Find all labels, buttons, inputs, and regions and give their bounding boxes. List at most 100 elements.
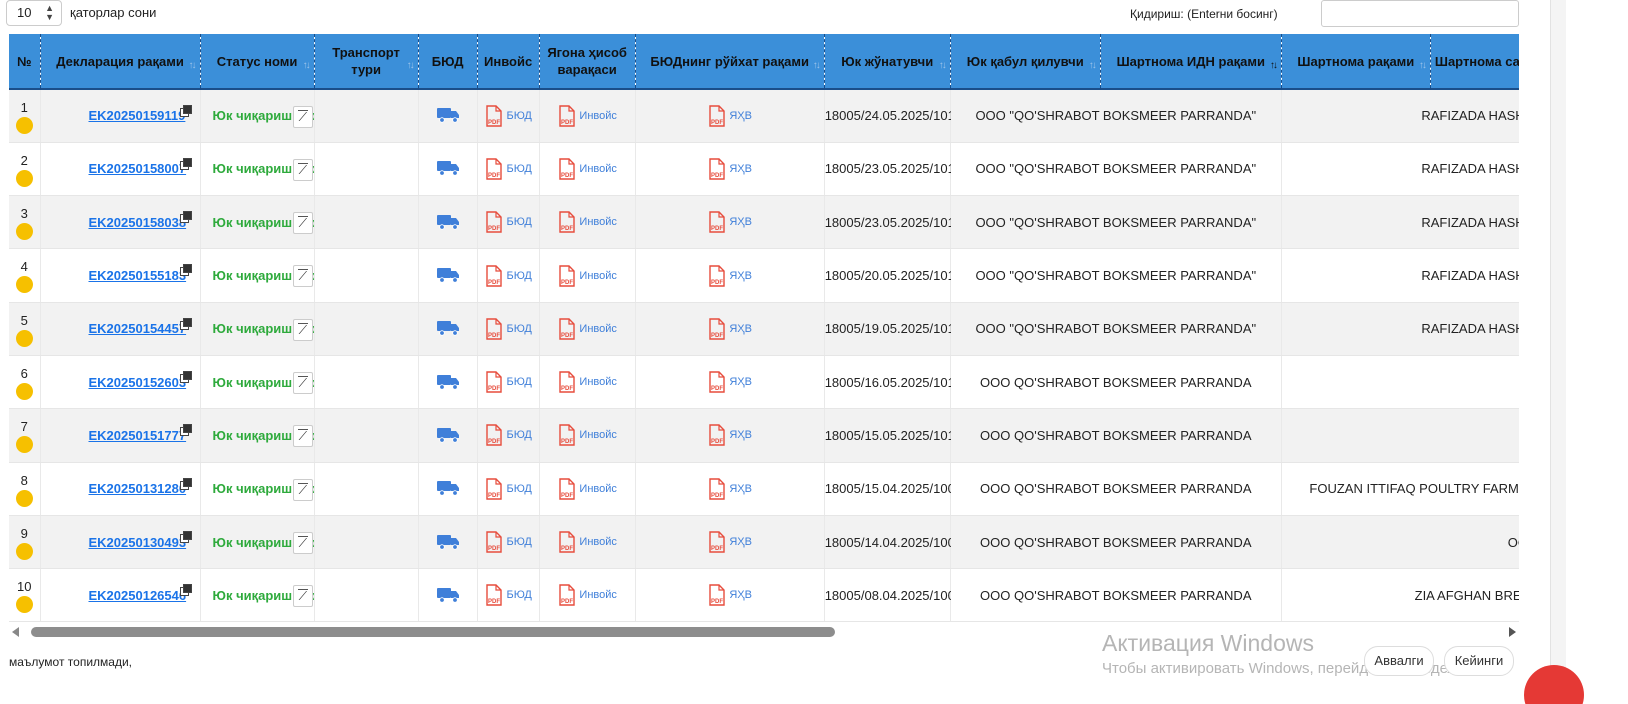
col-header-contract-date[interactable]: Шартнома са	[1430, 34, 1519, 90]
col-header-contract-number[interactable]: Шартнома рақами ↑↓	[1281, 34, 1431, 90]
col-header-transport[interactable]: Транспорт тури ↑↓	[314, 34, 419, 90]
col-header-single-account[interactable]: Ягона ҳисоб варақаси	[539, 34, 636, 90]
floating-action-button[interactable]	[1524, 665, 1584, 704]
copy-icon[interactable]	[179, 105, 192, 117]
table-row[interactable]: 9EK20250130493Юк чиқаришга рухсат берил⟋…	[9, 515, 1519, 570]
transport-truck-icon[interactable]	[418, 248, 478, 303]
bud-pdf-link[interactable]: PDF БЮД	[477, 568, 540, 622]
copy-icon[interactable]	[179, 157, 192, 170]
invoice-pdf-link[interactable]: PDF Инвойс	[539, 302, 636, 356]
transport-truck-icon[interactable]	[418, 408, 478, 463]
table-row[interactable]: 7EK20250151777Юк чиқаришга рухсат берил⟋…	[9, 408, 1519, 463]
declaration-link[interactable]: EK20250158007	[40, 142, 201, 197]
copy-icon[interactable]	[179, 317, 192, 330]
invoice-pdf-link[interactable]: PDF Инвойс	[539, 89, 636, 143]
table-row[interactable]: 10EK20250126546Юк чиқаришга рухсат берил…	[9, 568, 1519, 622]
declaration-link[interactable]: EK20250159119	[40, 89, 201, 143]
single-account-pdf-link[interactable]: PDF ЯҲВ	[635, 408, 825, 463]
single-account-pdf-link[interactable]: PDF ЯҲВ	[635, 568, 825, 622]
table-row[interactable]: 4EK20250155183Юк чиқаришга рухсат берил⟋…	[9, 248, 1519, 303]
table-row[interactable]: 2EK20250158007Юк чиқаришга рухсат берил⟋…	[9, 142, 1519, 197]
copy-icon[interactable]	[179, 370, 192, 383]
edit-status-icon[interactable]: ⟋	[292, 371, 313, 394]
declaration-link[interactable]: EK20250155183	[40, 248, 201, 303]
copy-icon[interactable]	[179, 477, 192, 490]
declaration-link[interactable]: EK20250151777	[40, 408, 201, 463]
declaration-link[interactable]: EK20250131280	[40, 462, 201, 516]
edit-status-icon[interactable]: ⟋	[292, 318, 313, 341]
declaration-link[interactable]: EK20250152603	[40, 355, 201, 410]
invoice-pdf-link[interactable]: PDF Инвойс	[539, 355, 636, 410]
transport-truck-icon[interactable]	[418, 195, 478, 250]
copy-icon[interactable]	[179, 530, 192, 543]
col-header-invoice[interactable]: Инвойс	[477, 34, 540, 90]
transport-truck-icon[interactable]	[418, 302, 478, 356]
col-header-declaration[interactable]: Декларация рақами ↑↓	[40, 34, 201, 90]
edit-status-icon[interactable]: ⟋	[292, 585, 313, 608]
transport-truck-icon[interactable]	[418, 568, 478, 622]
table-row[interactable]: 6EK20250152603Юк чиқаришга рухсат берил⟋…	[9, 355, 1519, 410]
col-header-bud[interactable]: БЮД	[418, 34, 478, 90]
bud-pdf-link[interactable]: PDF БЮД	[477, 89, 540, 143]
col-header-status[interactable]: Статус номи ↑↓	[200, 34, 315, 90]
invoice-pdf-link[interactable]: PDF Инвойс	[539, 142, 636, 197]
invoice-pdf-link[interactable]: PDF Инвойс	[539, 568, 636, 622]
scroll-right-icon[interactable]	[1509, 627, 1516, 637]
edit-status-icon[interactable]: ⟋	[292, 212, 313, 235]
bud-pdf-link[interactable]: PDF БЮД	[477, 462, 540, 516]
declaration-link[interactable]: EK20250126546	[40, 568, 201, 622]
single-account-pdf-link[interactable]: PDF ЯҲВ	[635, 302, 825, 356]
bud-pdf-link[interactable]: PDF БЮД	[477, 142, 540, 197]
single-account-pdf-link[interactable]: PDF ЯҲВ	[635, 515, 825, 570]
edit-status-icon[interactable]: ⟋	[292, 158, 313, 181]
transport-truck-icon[interactable]	[418, 89, 478, 143]
invoice-pdf-link[interactable]: PDF Инвойс	[539, 515, 636, 570]
copy-icon[interactable]	[179, 211, 192, 224]
transport-truck-icon[interactable]	[418, 142, 478, 197]
declaration-link[interactable]: EK20250154457	[40, 302, 201, 356]
bud-pdf-link[interactable]: PDF БЮД	[477, 248, 540, 303]
edit-status-icon[interactable]: ⟋	[292, 106, 313, 128]
transport-truck-icon[interactable]	[418, 515, 478, 570]
transport-truck-icon[interactable]	[418, 462, 478, 516]
transport-truck-icon[interactable]	[418, 355, 478, 410]
copy-icon[interactable]	[179, 424, 192, 437]
edit-status-icon[interactable]: ⟋	[292, 478, 313, 501]
table-row[interactable]: 3EK20250158038Юк чиқаришга рухсат берил⟋…	[9, 195, 1519, 250]
scroll-left-icon[interactable]	[12, 627, 19, 637]
declaration-link[interactable]: EK20250158038	[40, 195, 201, 250]
edit-status-icon[interactable]: ⟋	[292, 531, 313, 554]
col-header-consignee[interactable]: Юк қабул қилувчи ↑↓	[950, 34, 1101, 90]
copy-icon[interactable]	[179, 264, 192, 277]
declaration-link[interactable]: EK20250130493	[40, 515, 201, 570]
single-account-pdf-link[interactable]: PDF ЯҲВ	[635, 195, 825, 250]
bud-pdf-link[interactable]: PDF БЮД	[477, 515, 540, 570]
table-row[interactable]: 8EK20250131280Юк чиқаришга рухсат берил⟋…	[9, 462, 1519, 516]
col-header-contract-idn[interactable]: Шартнома ИДН рақами ↑↓	[1100, 34, 1282, 90]
search-input[interactable]	[1321, 0, 1519, 27]
edit-status-icon[interactable]: ⟋	[292, 265, 313, 288]
scroll-thumb[interactable]	[31, 627, 835, 637]
invoice-pdf-link[interactable]: PDF Инвойс	[539, 408, 636, 463]
invoice-pdf-link[interactable]: PDF Инвойс	[539, 248, 636, 303]
col-header-number[interactable]: №	[9, 34, 41, 90]
col-header-consignor[interactable]: Юк жўнатувчи ↑↓	[824, 34, 951, 90]
copy-icon[interactable]	[179, 584, 192, 597]
table-row[interactable]: 5EK20250154457Юк чиқаришга рухсат берил⟋…	[9, 302, 1519, 356]
invoice-pdf-link[interactable]: PDF Инвойс	[539, 195, 636, 250]
vertical-scrollbar[interactable]	[1550, 0, 1566, 704]
edit-status-icon[interactable]: ⟋	[292, 425, 313, 448]
single-account-pdf-link[interactable]: PDF ЯҲВ	[635, 142, 825, 197]
single-account-pdf-link[interactable]: PDF ЯҲВ	[635, 462, 825, 516]
single-account-pdf-link[interactable]: PDF ЯҲВ	[635, 248, 825, 303]
pagination-prev-button[interactable]: Аввалги	[1364, 646, 1434, 676]
bud-pdf-link[interactable]: PDF БЮД	[477, 195, 540, 250]
pagination-next-button[interactable]: Кейинги	[1444, 646, 1514, 676]
table-row[interactable]: 1EK20250159119Юк чиқаришга рухсат берил⟋…	[9, 89, 1519, 143]
page-length-select[interactable]: 10 ▲ ▼	[6, 0, 62, 26]
bud-pdf-link[interactable]: PDF БЮД	[477, 408, 540, 463]
single-account-pdf-link[interactable]: PDF ЯҲВ	[635, 89, 825, 143]
invoice-pdf-link[interactable]: PDF Инвойс	[539, 462, 636, 516]
bud-pdf-link[interactable]: PDF БЮД	[477, 302, 540, 356]
bud-pdf-link[interactable]: PDF БЮД	[477, 355, 540, 410]
